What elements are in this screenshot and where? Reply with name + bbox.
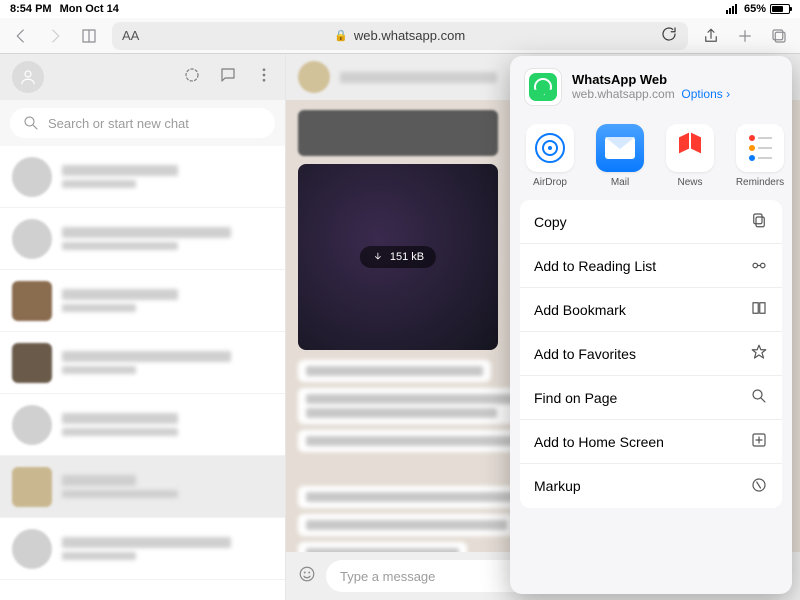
reminders-icon: [749, 135, 772, 161]
status-date: Mon Oct 14: [60, 3, 119, 15]
share-action-copy[interactable]: Copy: [520, 200, 782, 244]
glasses-icon: [750, 255, 768, 276]
share-header: WhatsApp Web web.whatsapp.com Options ›: [510, 56, 792, 118]
share-action-find[interactable]: Find on Page: [520, 376, 782, 420]
whatsapp-icon: [529, 73, 557, 101]
bookmarks-button[interactable]: [78, 25, 100, 47]
download-button[interactable]: 151 kB: [360, 246, 436, 268]
share-source-icon: [524, 68, 562, 106]
message-in[interactable]: [298, 430, 539, 452]
share-app-airdrop[interactable]: AirDrop: [522, 124, 578, 188]
battery-icon: [770, 4, 790, 14]
message-media[interactable]: 151 kB: [298, 164, 498, 350]
chat-list[interactable]: [0, 146, 285, 600]
text-size-button[interactable]: AA: [112, 28, 139, 43]
share-apps-row[interactable]: AirDrop Mail News Reminders Notes: [510, 118, 792, 200]
share-sheet: WhatsApp Web web.whatsapp.com Options › …: [510, 56, 792, 594]
share-action-bookmark[interactable]: Add Bookmark: [520, 288, 782, 332]
markup-icon: [750, 476, 768, 497]
share-action-label: Add to Favorites: [534, 346, 636, 362]
safari-toolbar: AA 🔒 web.whatsapp.com: [0, 18, 800, 54]
chat-row[interactable]: [0, 146, 285, 208]
sidebar-header: [0, 54, 285, 100]
wifi-icon: [726, 4, 737, 14]
mail-icon: [605, 137, 635, 159]
search-icon: [750, 387, 768, 408]
reload-button[interactable]: [660, 25, 688, 46]
search-icon: [22, 114, 40, 132]
share-app-reminders[interactable]: Reminders: [732, 124, 788, 188]
status-bar: 8:54 PM Mon Oct 14 65%: [0, 0, 800, 18]
tabs-button[interactable]: [768, 25, 790, 47]
composer-placeholder: Type a message: [340, 569, 435, 584]
url-bar[interactable]: AA 🔒 web.whatsapp.com: [112, 22, 688, 50]
emoji-button[interactable]: [298, 565, 316, 588]
back-button[interactable]: [10, 25, 32, 47]
search-input[interactable]: Search or start new chat: [10, 108, 275, 138]
book-icon: [750, 299, 768, 320]
search-placeholder: Search or start new chat: [48, 116, 189, 131]
share-action-label: Markup: [534, 478, 581, 494]
share-action-label: Add to Reading List: [534, 258, 656, 274]
chat-row[interactable]: [0, 270, 285, 332]
battery-pct: 65%: [744, 3, 766, 15]
share-options-link[interactable]: Options ›: [681, 87, 730, 101]
chat-row[interactable]: [0, 456, 285, 518]
message-image[interactable]: [298, 110, 498, 156]
chat-avatar[interactable]: [298, 61, 330, 93]
share-action-label: Copy: [534, 214, 567, 230]
share-title: WhatsApp Web: [572, 73, 730, 87]
news-icon: [675, 133, 705, 163]
chat-row[interactable]: [0, 394, 285, 456]
share-app-label: Mail: [611, 177, 629, 188]
share-action-markup[interactable]: Markup: [520, 464, 782, 508]
airdrop-icon: [535, 133, 565, 163]
share-action-label: Add Bookmark: [534, 302, 626, 318]
share-url: web.whatsapp.com: [572, 87, 675, 101]
message-in[interactable]: [298, 360, 491, 382]
new-tab-button[interactable]: [734, 25, 756, 47]
lock-icon: 🔒: [334, 29, 348, 42]
chat-list-sidebar: Search or start new chat: [0, 54, 286, 600]
chat-row[interactable]: [0, 208, 285, 270]
status-time: 8:54 PM: [10, 3, 52, 15]
share-action-home-screen[interactable]: Add to Home Screen: [520, 420, 782, 464]
menu-icon[interactable]: [255, 66, 273, 89]
chat-row[interactable]: [0, 332, 285, 394]
download-size: 151 kB: [390, 251, 424, 263]
copy-icon: [750, 211, 768, 232]
url-text: web.whatsapp.com: [354, 28, 465, 43]
new-chat-icon[interactable]: [219, 66, 237, 89]
message-in[interactable]: [298, 514, 515, 536]
message-in[interactable]: [298, 542, 467, 552]
share-app-label: AirDrop: [533, 177, 567, 188]
share-app-mail[interactable]: Mail: [592, 124, 648, 188]
star-icon: [750, 343, 768, 364]
share-actions-list: Copy Add to Reading List Add Bookmark Ad…: [520, 200, 782, 508]
plus-square-icon: [750, 431, 768, 452]
status-icon[interactable]: [183, 66, 201, 89]
forward-button[interactable]: [44, 25, 66, 47]
share-action-favorites[interactable]: Add to Favorites: [520, 332, 782, 376]
own-avatar[interactable]: [12, 61, 44, 93]
share-app-label: Reminders: [736, 177, 784, 188]
share-action-label: Find on Page: [534, 390, 617, 406]
share-app-news[interactable]: News: [662, 124, 718, 188]
share-action-label: Add to Home Screen: [534, 434, 664, 450]
share-app-label: News: [677, 177, 702, 188]
share-button[interactable]: [700, 25, 722, 47]
search-container: Search or start new chat: [0, 100, 285, 146]
chat-row[interactable]: [0, 518, 285, 580]
share-action-reading-list[interactable]: Add to Reading List: [520, 244, 782, 288]
